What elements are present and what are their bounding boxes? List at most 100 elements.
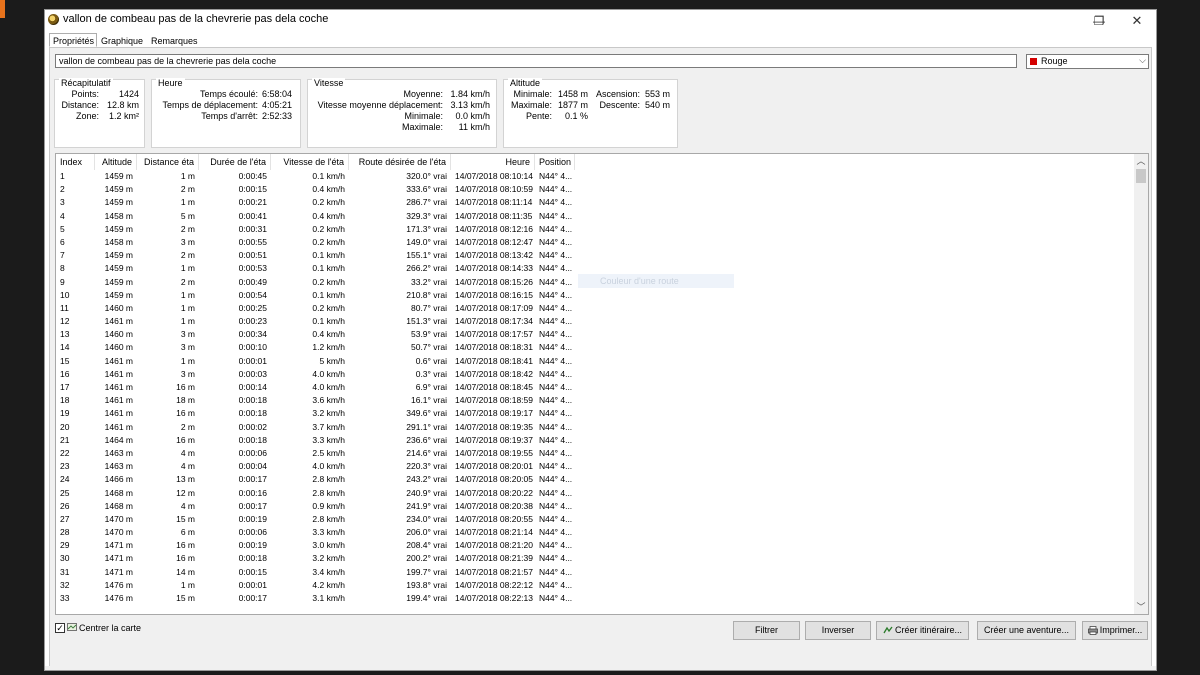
table-row[interactable]: 18 1461 m 18 m 0:00:18 3.6 km/h 16.1° vrai 14/… [56, 394, 1136, 407]
restore-button[interactable]: ❐ [1081, 10, 1117, 32]
col-index[interactable]: Index [56, 154, 95, 170]
altitude-value: 553 m [644, 89, 670, 99]
table-cell: 14/07/2018 08:15:26 [455, 276, 533, 287]
table-cell: N44° 4... [539, 342, 573, 353]
table-row[interactable]: 19 1461 m 16 m 0:00:18 3.2 km/h 349.6° vrai 14… [56, 407, 1136, 420]
table-cell: 151.3° vrai [406, 316, 447, 327]
table-cell: 12 m [176, 487, 195, 498]
table-row[interactable]: 22 1463 m 4 m 0:00:06 2.5 km/h 214.6° vrai 14/… [56, 447, 1136, 460]
table-cell: N44° 4... [539, 461, 573, 472]
close-button[interactable]: ✕ [1119, 10, 1155, 32]
table-row[interactable]: 14 1460 m 3 m 0:00:10 1.2 km/h 50.7° vrai 14/0… [56, 341, 1136, 354]
table-cell: 16 m [176, 434, 195, 445]
table-cell: 12 [60, 316, 70, 327]
table-row[interactable]: 10 1459 m 1 m 0:00:54 0.1 km/h 210.8° vrai 14/… [56, 289, 1136, 302]
table-row[interactable]: 17 1461 m 16 m 0:00:14 4.0 km/h 6.9° vrai 14/0… [56, 381, 1136, 394]
table-cell: 0.2 km/h [312, 223, 345, 234]
center-map-checkbox[interactable]: ✓ [55, 623, 65, 633]
table-body: 1 1459 m 1 m 0:00:45 0.1 km/h 320.0° vrai 14/0… [56, 170, 1136, 614]
table-row[interactable]: 2 1459 m 2 m 0:00:15 0.4 km/h 333.6° vrai 14/0… [56, 183, 1136, 196]
table-cell: 29 [60, 540, 70, 551]
scroll-up-icon[interactable]: ︿ [1134, 154, 1148, 168]
vertical-scrollbar[interactable]: ︿ ﹀ [1134, 154, 1148, 614]
print-button[interactable]: Imprimer... [1082, 621, 1148, 640]
table-row[interactable]: 27 1470 m 15 m 0:00:19 2.8 km/h 234.0° vrai 14… [56, 513, 1136, 526]
table-cell: N44° 4... [539, 368, 573, 379]
tab-graph[interactable]: Graphique [97, 33, 147, 47]
table-cell: 236.6° vrai [406, 434, 447, 445]
col-distance[interactable]: Distance éta [137, 154, 199, 170]
col-position[interactable]: Position [535, 154, 575, 170]
color-swatch [1030, 58, 1037, 65]
col-duration[interactable]: Durée de l'éta [199, 154, 271, 170]
table-row[interactable]: 32 1476 m 1 m 0:00:01 4.2 km/h 193.8° vrai 14/… [56, 579, 1136, 592]
table-cell: 1466 m [104, 474, 133, 485]
table-row[interactable]: 29 1471 m 16 m 0:00:19 3.0 km/h 208.4° vrai 14… [56, 539, 1136, 552]
table-row[interactable]: 25 1468 m 12 m 0:00:16 2.8 km/h 240.9° vrai 14… [56, 487, 1136, 500]
scroll-down-icon[interactable]: ﹀ [1134, 600, 1148, 614]
table-row[interactable]: 30 1471 m 16 m 0:00:18 3.2 km/h 200.2° vrai 14… [56, 552, 1136, 565]
table-cell: 8 [60, 263, 65, 274]
title-bar[interactable]: vallon de combeau pas de la chevrerie pa… [45, 10, 1156, 32]
filter-button[interactable]: Filtrer [733, 621, 800, 640]
track-points-table[interactable]: Index Altitude Distance éta Durée de l'é… [55, 153, 1149, 615]
invert-button[interactable]: Inverser [805, 621, 871, 640]
table-cell: 1471 m [104, 553, 133, 564]
table-cell: N44° 4... [539, 289, 573, 300]
table-row[interactable]: 16 1461 m 3 m 0:00:03 4.0 km/h 0.3° vrai 14/07… [56, 368, 1136, 381]
speed-label: Vitesse moyenne déplacement: [317, 100, 443, 110]
tab-properties[interactable]: Propriétés [49, 33, 97, 47]
col-altitude[interactable]: Altitude [95, 154, 137, 170]
table-cell: 1476 m [104, 579, 133, 590]
table-row[interactable]: 26 1468 m 4 m 0:00:17 0.9 km/h 241.9° vrai 14/… [56, 500, 1136, 513]
table-cell: 0:00:17 [238, 500, 267, 511]
table-cell: 4.2 km/h [312, 579, 345, 590]
table-row[interactable]: 15 1461 m 1 m 0:00:01 5 km/h 0.6° vrai 14/07/2… [56, 355, 1136, 368]
table-cell: N44° 4... [539, 250, 573, 261]
table-cell: 9 [60, 276, 65, 287]
col-route[interactable]: Route désirée de l'éta [349, 154, 451, 170]
table-row[interactable]: 31 1471 m 14 m 0:00:15 3.4 km/h 199.7° vrai 14… [56, 566, 1136, 579]
tab-remarks[interactable]: Remarques [147, 33, 201, 47]
table-cell: 18 [60, 395, 70, 406]
table-cell: 3.4 km/h [312, 566, 345, 577]
table-row[interactable]: 5 1459 m 2 m 0:00:31 0.2 km/h 171.3° vrai 14/0… [56, 223, 1136, 236]
col-speed[interactable]: Vitesse de l'éta [271, 154, 349, 170]
time-label: Temps de déplacement: [162, 100, 258, 110]
table-row[interactable]: 7 1459 m 2 m 0:00:51 0.1 km/h 155.1° vrai 14/0… [56, 249, 1136, 262]
create-adventure-button[interactable]: Créer une aventure... [977, 621, 1076, 640]
table-cell: 1458 m [104, 210, 133, 221]
table-cell: 1 m [180, 579, 195, 590]
table-cell: 6.9° vrai [415, 382, 447, 392]
table-cell: 14/07/2018 08:20:38 [455, 500, 533, 511]
color-dropdown[interactable]: Rouge ⌵ [1026, 54, 1149, 69]
table-row[interactable]: 3 1459 m 1 m 0:00:21 0.2 km/h 286.7° vrai 14/0… [56, 196, 1136, 209]
table-row[interactable]: 20 1461 m 2 m 0:00:02 3.7 km/h 291.1° vrai 14/… [56, 421, 1136, 434]
table-row[interactable]: 23 1463 m 4 m 0:00:04 4.0 km/h 220.3° vrai 14/… [56, 460, 1136, 473]
table-cell: 10 [60, 289, 70, 300]
scroll-thumb[interactable] [1136, 169, 1146, 183]
table-row[interactable]: 24 1466 m 13 m 0:00:17 2.8 km/h 243.2° vrai 14… [56, 473, 1136, 486]
track-name-input[interactable]: vallon de combeau pas de la chevrerie pa… [55, 54, 1017, 68]
create-route-button[interactable]: Créer itinéraire... [876, 621, 969, 640]
table-row[interactable]: 6 1458 m 3 m 0:00:55 0.2 km/h 149.0° vrai 14/0… [56, 236, 1136, 249]
table-cell: 1463 m [104, 461, 133, 472]
table-cell: 14/07/2018 08:19:37 [455, 434, 533, 445]
col-time[interactable]: Heure [451, 154, 535, 170]
table-cell: 24 [60, 474, 70, 485]
table-cell: N44° 4... [539, 434, 573, 445]
table-row[interactable]: 1 1459 m 1 m 0:00:45 0.1 km/h 320.0° vrai 14/0… [56, 170, 1136, 183]
table-row[interactable]: 11 1460 m 1 m 0:00:25 0.2 km/h 80.7° vrai 14/0… [56, 302, 1136, 315]
table-row[interactable]: 33 1476 m 15 m 0:00:17 3.1 km/h 199.4° vrai 14… [56, 592, 1136, 605]
table-cell: N44° 4... [539, 579, 573, 590]
table-cell: N44° 4... [539, 171, 573, 181]
table-cell: 2.5 km/h [312, 447, 345, 458]
table-row[interactable]: 21 1464 m 16 m 0:00:18 3.3 km/h 236.6° vrai 14… [56, 434, 1136, 447]
table-row[interactable]: 28 1470 m 6 m 0:00:06 3.3 km/h 206.0° vrai 14/… [56, 526, 1136, 539]
table-cell: N44° 4... [539, 395, 573, 406]
table-row[interactable]: 13 1460 m 3 m 0:00:34 0.4 km/h 53.9° vrai 14/0… [56, 328, 1136, 341]
table-cell: 3 m [180, 342, 195, 353]
table-row[interactable]: 4 1458 m 5 m 0:00:41 0.4 km/h 329.3° vrai 14/0… [56, 210, 1136, 223]
summary-label: Distance: [61, 100, 99, 110]
table-row[interactable]: 12 1461 m 1 m 0:00:23 0.1 km/h 151.3° vrai 14/… [56, 315, 1136, 328]
